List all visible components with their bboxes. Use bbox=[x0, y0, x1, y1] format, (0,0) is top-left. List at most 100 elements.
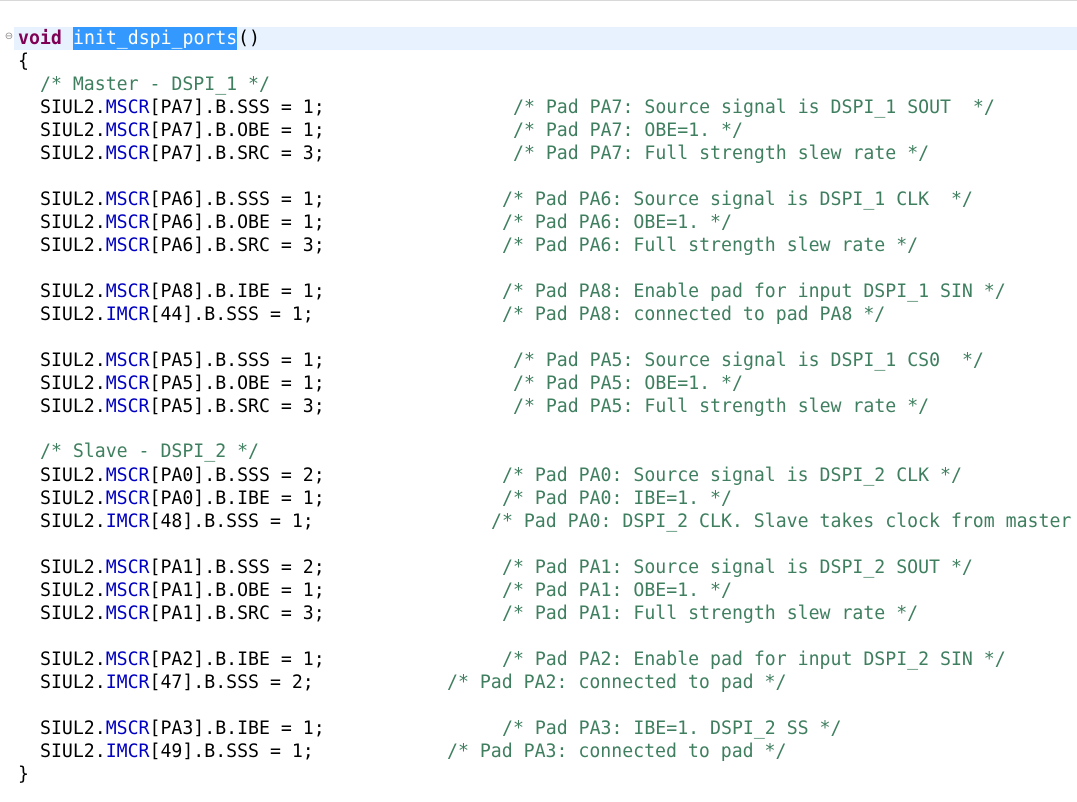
code-assignment: [47].B.SSS = 2; bbox=[149, 672, 314, 693]
code-object: SIUL2. bbox=[40, 143, 106, 164]
code-assignment: [PA1].B.SSS = 2; bbox=[149, 557, 325, 578]
line-comment: /* Pad PA1: Source signal is DSPI_2 SOUT… bbox=[502, 557, 973, 578]
register-field: MSCR bbox=[105, 97, 150, 118]
line-comment: /* Pad PA7: Full strength slew rate */ bbox=[513, 143, 930, 164]
code-object: SIUL2. bbox=[40, 97, 106, 118]
slave-section-comment-line: /* Slave - DSPI_2 */ bbox=[0, 440, 1077, 463]
code-object: SIUL2. bbox=[40, 603, 106, 624]
line-comment: /* Pad PA7: OBE=1. */ bbox=[513, 120, 743, 141]
code-object: SIUL2. bbox=[40, 396, 106, 417]
register-field: MSCR bbox=[105, 212, 150, 233]
line-comment: /* Pad PA2: connected to pad */ bbox=[447, 672, 787, 693]
line-comment: /* Pad PA3: IBE=1. DSPI_2 SS */ bbox=[502, 718, 842, 739]
line-comment: /* Pad PA0: DSPI_2 CLK. Slave takes cloc… bbox=[491, 511, 1072, 532]
code-object: SIUL2. bbox=[40, 511, 106, 532]
register-field: MSCR bbox=[105, 649, 150, 670]
code-line[interactable]: SIUL2. MSCR [PA6].B.SSS = 1; /* Pad PA6: So… bbox=[0, 188, 1077, 211]
register-field: MSCR bbox=[105, 235, 150, 256]
function-name[interactable]: init_dspi_ports bbox=[73, 27, 238, 50]
master-section-comment-line: /* Master - DSPI_1 */ bbox=[0, 73, 1077, 96]
line-comment: /* Pad PA1: OBE=1. */ bbox=[502, 580, 732, 601]
code-assignment: [PA2].B.IBE = 1; bbox=[149, 649, 325, 670]
close-brace: } bbox=[18, 764, 29, 785]
register-field: IMCR bbox=[105, 672, 150, 693]
line-comment: /* Pad PA8: Enable pad for input DSPI_1 … bbox=[502, 281, 1006, 302]
code-line[interactable]: SIUL2. MSCR [PA8].B.IBE = 1; /* Pad PA8: En… bbox=[0, 280, 1077, 303]
code-assignment: [PA6].B.OBE = 1; bbox=[149, 212, 325, 233]
register-field: MSCR bbox=[105, 120, 150, 141]
register-field: MSCR bbox=[105, 603, 150, 624]
register-field: MSCR bbox=[105, 557, 150, 578]
code-line[interactable]: SIUL2. MSCR [PA5].B.SSS = 1; /* Pad PA5: So… bbox=[0, 349, 1077, 372]
code-editor[interactable]: ⊖ void init_dspi_ports () { /* Master - … bbox=[0, 0, 1077, 802]
close-brace-line: } bbox=[0, 763, 1077, 786]
code-line[interactable]: SIUL2. MSCR [PA2].B.IBE = 1; /* Pad PA2: En… bbox=[0, 648, 1077, 671]
line-comment: /* Pad PA2: Enable pad for input DSPI_2 … bbox=[502, 649, 1006, 670]
code-object: SIUL2. bbox=[40, 557, 106, 578]
code-line[interactable]: SIUL2. MSCR [PA0].B.SSS = 2; /* Pad PA0: So… bbox=[0, 464, 1077, 487]
master-section-comment: /* Master - DSPI_1 */ bbox=[40, 74, 270, 95]
code-object: SIUL2. bbox=[40, 741, 106, 762]
code-object: SIUL2. bbox=[40, 580, 106, 601]
register-field: MSCR bbox=[105, 189, 150, 210]
code-line[interactable]: SIUL2. MSCR [PA7].B.OBE = 1; /* Pad PA7: OB… bbox=[0, 119, 1077, 142]
code-object: SIUL2. bbox=[40, 718, 106, 739]
void-keyword: void bbox=[18, 28, 62, 49]
code-object: SIUL2. bbox=[40, 212, 106, 233]
code-object: SIUL2. bbox=[40, 304, 106, 325]
register-field: MSCR bbox=[105, 396, 150, 417]
code-line[interactable]: SIUL2. MSCR [PA0].B.IBE = 1; /* Pad PA0: IB… bbox=[0, 487, 1077, 510]
code-assignment: [PA0].B.SSS = 2; bbox=[149, 465, 325, 486]
code-line[interactable]: SIUL2. IMCR [44].B.SSS = 1; /* Pad PA8: con… bbox=[0, 303, 1077, 326]
code-assignment: [PA1].B.SRC = 3; bbox=[149, 603, 325, 624]
code-line[interactable]: SIUL2. MSCR [PA1].B.SRC = 3; /* Pad PA1: Fu… bbox=[0, 602, 1077, 625]
code-object: SIUL2. bbox=[40, 235, 106, 256]
line-comment: /* Pad PA6: OBE=1. */ bbox=[502, 212, 732, 233]
code-line[interactable]: SIUL2. IMCR [49].B.SSS = 1; /* Pad PA3: con… bbox=[0, 740, 1077, 763]
line-comment: /* Pad PA7: Source signal is DSPI_1 SOUT… bbox=[513, 97, 995, 118]
code-line[interactable]: SIUL2. MSCR [PA7].B.SRC = 3; /* Pad PA7: Fu… bbox=[0, 142, 1077, 165]
code-line[interactable]: SIUL2. IMCR [47].B.SSS = 2; /* Pad PA2: con… bbox=[0, 671, 1077, 694]
code-line[interactable]: SIUL2. MSCR [PA6].B.OBE = 1; /* Pad PA6: OB… bbox=[0, 211, 1077, 234]
code-assignment: [PA0].B.IBE = 1; bbox=[149, 488, 325, 509]
code-line[interactable]: SIUL2. IMCR [48].B.SSS = 1; /* Pad PA0: DSP… bbox=[0, 510, 1077, 533]
code-assignment: [PA5].B.SSS = 1; bbox=[149, 350, 325, 371]
register-field: IMCR bbox=[105, 304, 150, 325]
code-assignment: [PA3].B.IBE = 1; bbox=[149, 718, 325, 739]
code-assignment: [PA6].B.SRC = 3; bbox=[149, 235, 325, 256]
register-field: MSCR bbox=[105, 488, 150, 509]
code-assignment: [PA5].B.SRC = 3; bbox=[149, 396, 325, 417]
code-object: SIUL2. bbox=[40, 488, 106, 509]
code-object: SIUL2. bbox=[40, 373, 106, 394]
code-assignment: [PA5].B.OBE = 1; bbox=[149, 373, 325, 394]
code-line[interactable]: SIUL2. MSCR [PA5].B.SRC = 3; /* Pad PA5: Fu… bbox=[0, 395, 1077, 418]
code-assignment: [PA1].B.OBE = 1; bbox=[149, 580, 325, 601]
code-line[interactable]: SIUL2. MSCR [PA3].B.IBE = 1; /* Pad PA3: IB… bbox=[0, 717, 1077, 740]
line-comment: /* Pad PA0: Source signal is DSPI_2 CLK … bbox=[502, 465, 962, 486]
code-object: SIUL2. bbox=[40, 350, 106, 371]
code-assignment: [49].B.SSS = 1; bbox=[149, 741, 314, 762]
line-comment: /* Pad PA6: Full strength slew rate */ bbox=[502, 235, 919, 256]
code-object: SIUL2. bbox=[40, 120, 106, 141]
function-signature[interactable]: void init_dspi_ports () bbox=[0, 27, 1077, 50]
code-line[interactable]: SIUL2. MSCR [PA5].B.OBE = 1; /* Pad PA5: OB… bbox=[0, 372, 1077, 395]
line-comment: /* Pad PA3: connected to pad */ bbox=[447, 741, 787, 762]
code-object: SIUL2. bbox=[40, 672, 106, 693]
register-field: MSCR bbox=[105, 580, 150, 601]
code-assignment: [PA7].B.SSS = 1; bbox=[149, 97, 325, 118]
code-line[interactable]: SIUL2. MSCR [PA1].B.SSS = 2; /* Pad PA1: So… bbox=[0, 556, 1077, 579]
register-field: MSCR bbox=[105, 465, 150, 486]
code-line[interactable]: SIUL2. MSCR [PA7].B.SSS = 1; /* Pad PA7: So… bbox=[0, 96, 1077, 119]
code-object: SIUL2. bbox=[40, 649, 106, 670]
code-line[interactable]: SIUL2. MSCR [PA1].B.OBE = 1; /* Pad PA1: OB… bbox=[0, 579, 1077, 602]
line-comment: /* Pad PA6: Source signal is DSPI_1 CLK … bbox=[502, 189, 973, 210]
code-object: SIUL2. bbox=[40, 189, 106, 210]
register-field: MSCR bbox=[105, 350, 150, 371]
line-comment: /* Pad PA5: Full strength slew rate */ bbox=[513, 396, 930, 417]
code-object: SIUL2. bbox=[40, 281, 106, 302]
code-assignment: [PA7].B.SRC = 3; bbox=[149, 143, 325, 164]
line-comment: /* Pad PA1: Full strength slew rate */ bbox=[502, 603, 919, 624]
editor-top-edge bbox=[0, 0, 1077, 6]
code-line[interactable]: SIUL2. MSCR [PA6].B.SRC = 3; /* Pad PA6: Fu… bbox=[0, 234, 1077, 257]
slave-section-comment: /* Slave - DSPI_2 */ bbox=[40, 441, 259, 462]
